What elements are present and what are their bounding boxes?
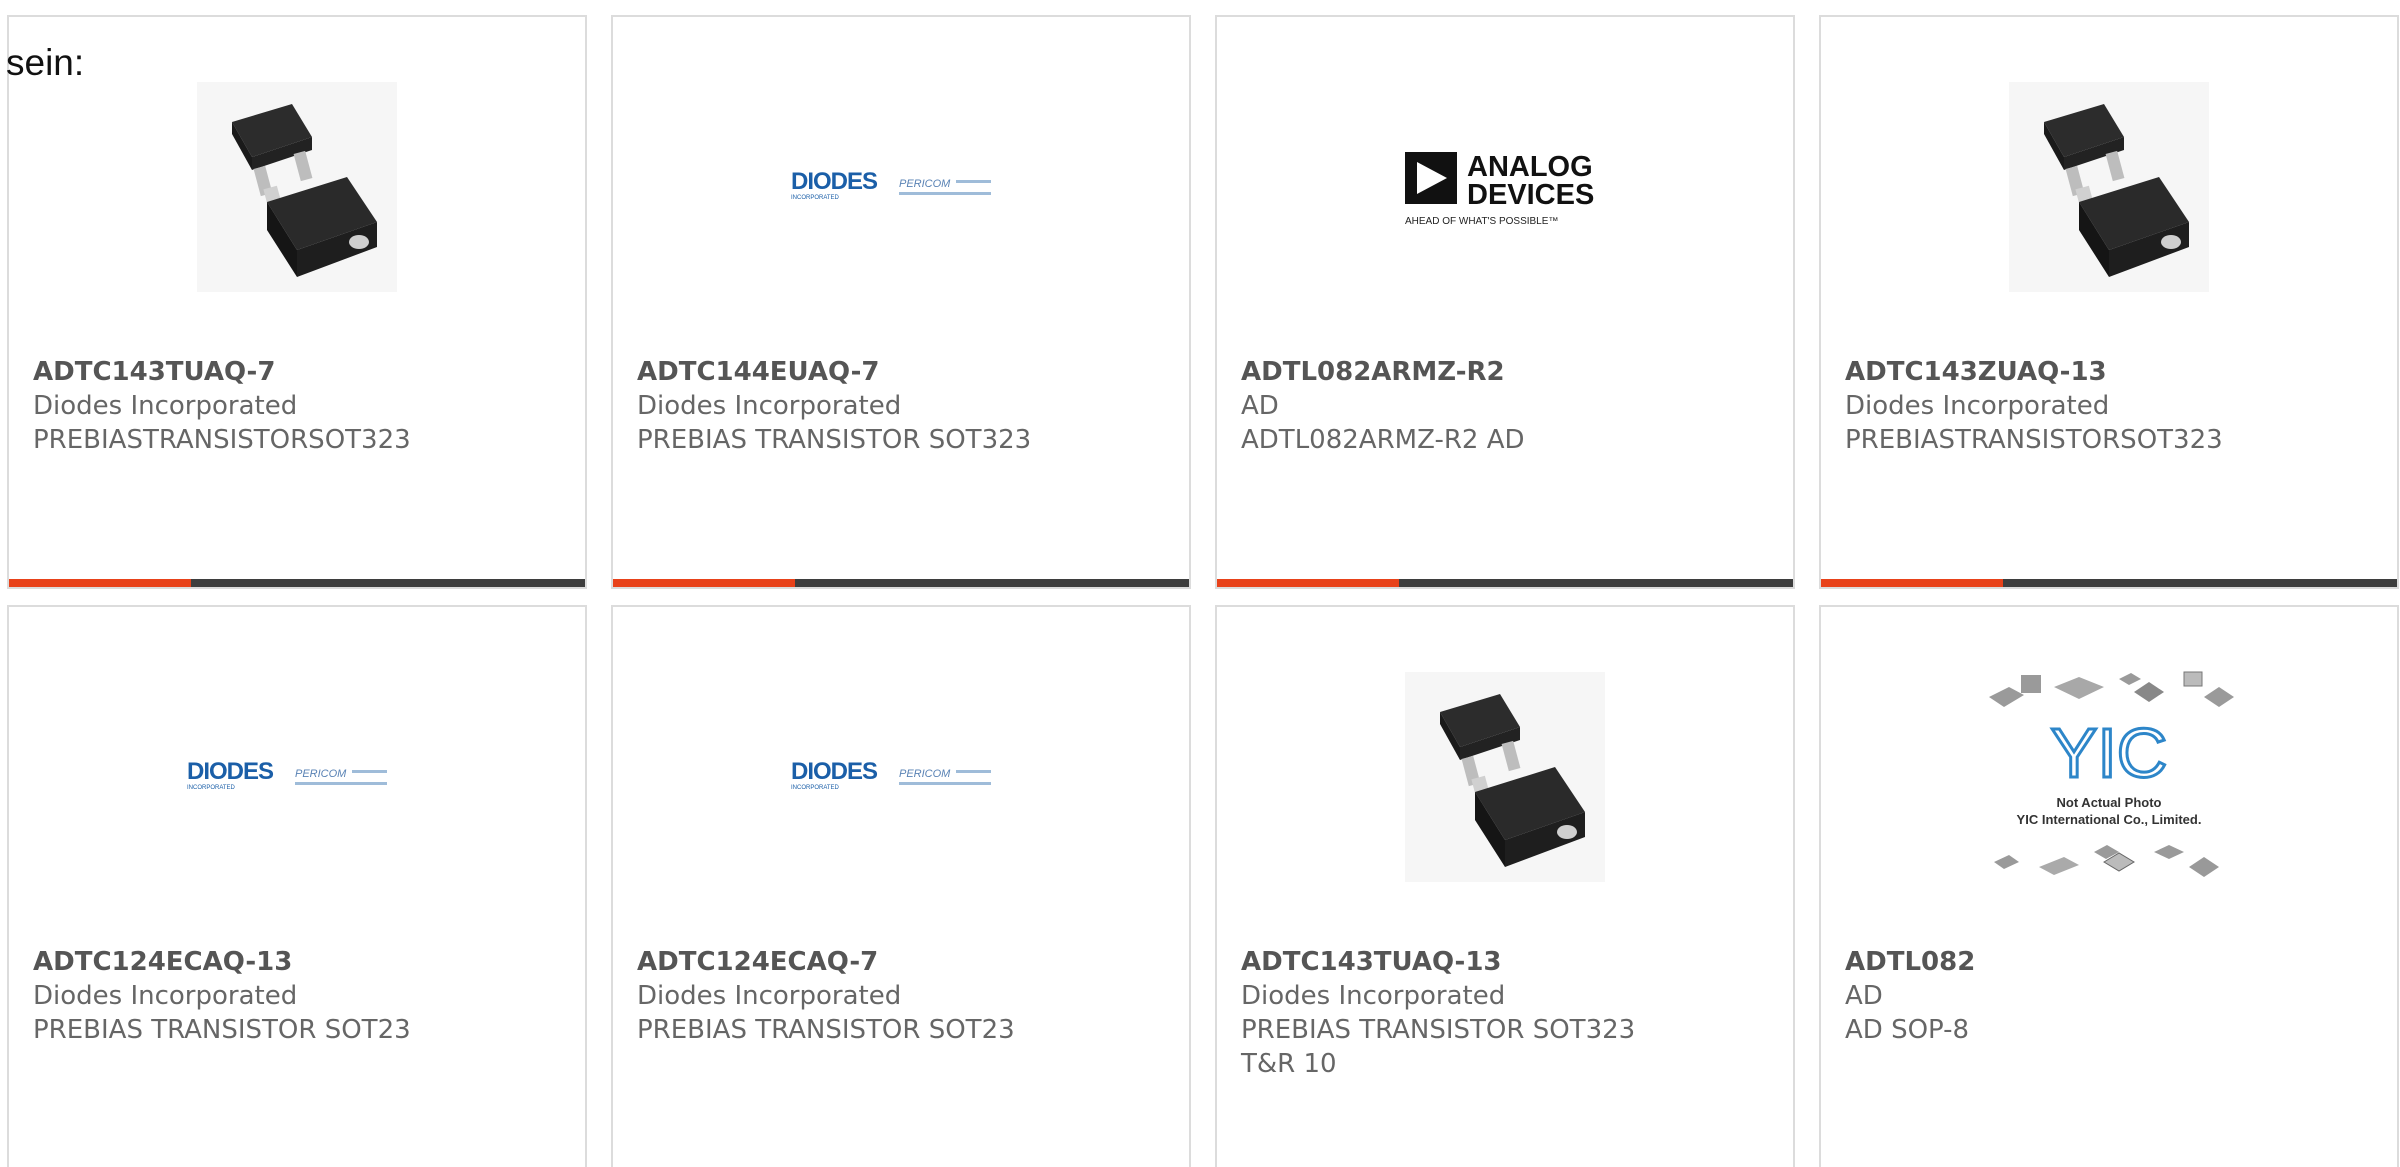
product-card[interactable]: ANALOG DEVICES AHEAD OF WHAT'S POSSIBLE™ AD… (1215, 15, 1795, 589)
product-info: ADTC143TUAQ-7 Diodes Incorporated PREBIAST… (33, 355, 569, 457)
product-info: ADTC124ECAQ-13 Diodes Incorporated PREBIAS… (33, 945, 569, 1047)
product-description: PREBIASTRANSISTORSOT323 (1845, 425, 2223, 455)
product-part-number[interactable]: ADTC124ECAQ-7 (637, 945, 1173, 979)
product-manufacturer: Diodes Incorporated (637, 391, 902, 421)
sot323-chip-icon (2009, 82, 2209, 292)
product-description: PREBIAS TRANSISTOR SOT23 (33, 1015, 411, 1045)
sot323-chip-icon (197, 82, 397, 292)
product-manufacturer: Diodes Incorporated (1241, 981, 1506, 1011)
card-bottom-bar (1217, 579, 1793, 587)
product-part-number[interactable]: ADTL082ARMZ-R2 (1241, 355, 1777, 389)
product-image[interactable] (1217, 667, 1793, 887)
product-image[interactable]: DIODES INCORPORATED PERICOM (9, 667, 585, 887)
product-part-number[interactable]: ADTL082 (1845, 945, 2381, 979)
svg-text:Not Actual Photo: Not Actual Photo (2057, 795, 2162, 810)
product-manufacturer: Diodes Incorporated (1845, 391, 2110, 421)
product-image[interactable] (9, 77, 585, 297)
diodes-pericom-logo-icon: DIODESINCORPORATED PERICOM (187, 758, 387, 791)
diodes-pericom-logo-icon: DIODESINCORPORATED PERICOM (791, 758, 991, 791)
product-manufacturer: Diodes Incorporated (33, 391, 298, 421)
analog-devices-logo-icon: ANALOGDEVICESAHEAD OF WHAT'S POSSIBLE™ (1405, 151, 1594, 227)
product-manufacturer: AD (1241, 391, 1279, 421)
product-info: ADTL082ARMZ-R2 AD ADTL082ARMZ-R2 AD (1241, 355, 1777, 457)
sot323-chip-icon (1405, 672, 1605, 882)
product-info: ADTL082 AD AD SOP-8 (1845, 945, 2381, 1047)
svg-text:YIC: YIC (2051, 714, 2168, 792)
svg-text:PERICOM: PERICOM (899, 178, 951, 190)
svg-text:PERICOM: PERICOM (295, 768, 347, 780)
product-part-number[interactable]: ADTC144EUAQ-7 (637, 355, 1173, 389)
product-card[interactable]: DIODES INCORPORATED PERICOM ADTC144EUAQ-7 Di… (611, 15, 1191, 589)
product-info: ADTC124ECAQ-7 Diodes Incorporated PREBIAS … (637, 945, 1173, 1047)
intro-text: sein: (6, 42, 85, 83)
card-accent-bar (613, 579, 795, 587)
product-image[interactable] (1821, 77, 2397, 297)
yic-placeholder-icon: YIC Not Actual Photo YIC International Co.… (1989, 671, 2234, 877)
svg-text:YIC International Co., Limited: YIC International Co., Limited. (2017, 812, 2202, 827)
svg-text:DIODES: DIODES (791, 168, 878, 195)
product-card[interactable]: ADTC143TUAQ-7 Diodes Incorporated PREBIAST… (7, 15, 587, 589)
product-page: sein: ADTC143TUAQ-7 Diodes Incorporated PR… (0, 0, 2400, 1167)
svg-text:DIODES: DIODES (187, 758, 274, 785)
product-description: PREBIAS TRANSISTOR SOT323 (1241, 1015, 1636, 1045)
card-bottom-bar (9, 579, 585, 587)
diodes-pericom-logo-icon: DIODESINCORPORATED PERICOM (791, 168, 991, 201)
product-part-number[interactable]: ADTC143ZUAQ-13 (1845, 355, 2381, 389)
product-description-extra: T&R 10 (1241, 1049, 1337, 1079)
svg-text:DIODES: DIODES (791, 758, 878, 785)
product-description: PREBIAS TRANSISTOR SOT23 (637, 1015, 1015, 1045)
card-bottom-bar (1821, 579, 2397, 587)
card-accent-bar (1217, 579, 1399, 587)
product-info: ADTC143TUAQ-13 Diodes Incorporated PREBIAS… (1241, 945, 1777, 1081)
svg-text:DEVICES: DEVICES (1467, 179, 1594, 211)
product-card[interactable]: DIODES INCORPORATED PERICOM ADTC124ECAQ-7 Di… (611, 605, 1191, 1167)
product-description: PREBIASTRANSISTORSOT323 (33, 425, 411, 455)
svg-text:INCORPORATED: INCORPORATED (791, 195, 840, 201)
product-card[interactable]: ADTC143ZUAQ-13 Diodes Incorporated PREBIAS… (1819, 15, 2399, 589)
product-description: ADTL082ARMZ-R2 AD (1241, 425, 1525, 455)
product-part-number[interactable]: ADTC143TUAQ-7 (33, 355, 569, 389)
product-image[interactable]: DIODES INCORPORATED PERICOM (613, 667, 1189, 887)
product-info: ADTC143ZUAQ-13 Diodes Incorporated PREBIAS… (1845, 355, 2381, 457)
product-grid: ADTC143TUAQ-7 Diodes Incorporated PREBIAST… (7, 15, 2399, 1167)
svg-text:PERICOM: PERICOM (899, 768, 951, 780)
product-manufacturer: Diodes Incorporated (637, 981, 902, 1011)
product-manufacturer: Diodes Incorporated (33, 981, 298, 1011)
product-card[interactable]: ADTC143TUAQ-13 Diodes Incorporated PREBIAS… (1215, 605, 1795, 1167)
svg-text:INCORPORATED: INCORPORATED (791, 785, 840, 791)
product-card[interactable]: DIODES INCORPORATED PERICOM ADTC124ECAQ-13 D… (7, 605, 587, 1167)
product-image[interactable]: DIODES INCORPORATED PERICOM (613, 77, 1189, 297)
product-card[interactable]: YIC Not Actual Photo YIC International Co.… (1819, 605, 2399, 1167)
product-part-number[interactable]: ADTC143TUAQ-13 (1241, 945, 1777, 979)
product-description: AD SOP-8 (1845, 1015, 1970, 1045)
card-accent-bar (9, 579, 191, 587)
card-accent-bar (1821, 579, 2003, 587)
product-description: PREBIAS TRANSISTOR SOT323 (637, 425, 1032, 455)
card-bottom-bar (613, 579, 1189, 587)
svg-text:INCORPORATED: INCORPORATED (187, 785, 236, 791)
svg-text:AHEAD OF WHAT'S POSSIBLE™: AHEAD OF WHAT'S POSSIBLE™ (1405, 216, 1558, 227)
product-manufacturer: AD (1845, 981, 1883, 1011)
product-image[interactable]: YIC Not Actual Photo YIC International Co.… (1821, 667, 2397, 887)
product-image[interactable]: ANALOG DEVICES AHEAD OF WHAT'S POSSIBLE™ (1217, 77, 1793, 297)
product-part-number[interactable]: ADTC124ECAQ-13 (33, 945, 569, 979)
product-info: ADTC144EUAQ-7 Diodes Incorporated PREBIAS … (637, 355, 1173, 457)
